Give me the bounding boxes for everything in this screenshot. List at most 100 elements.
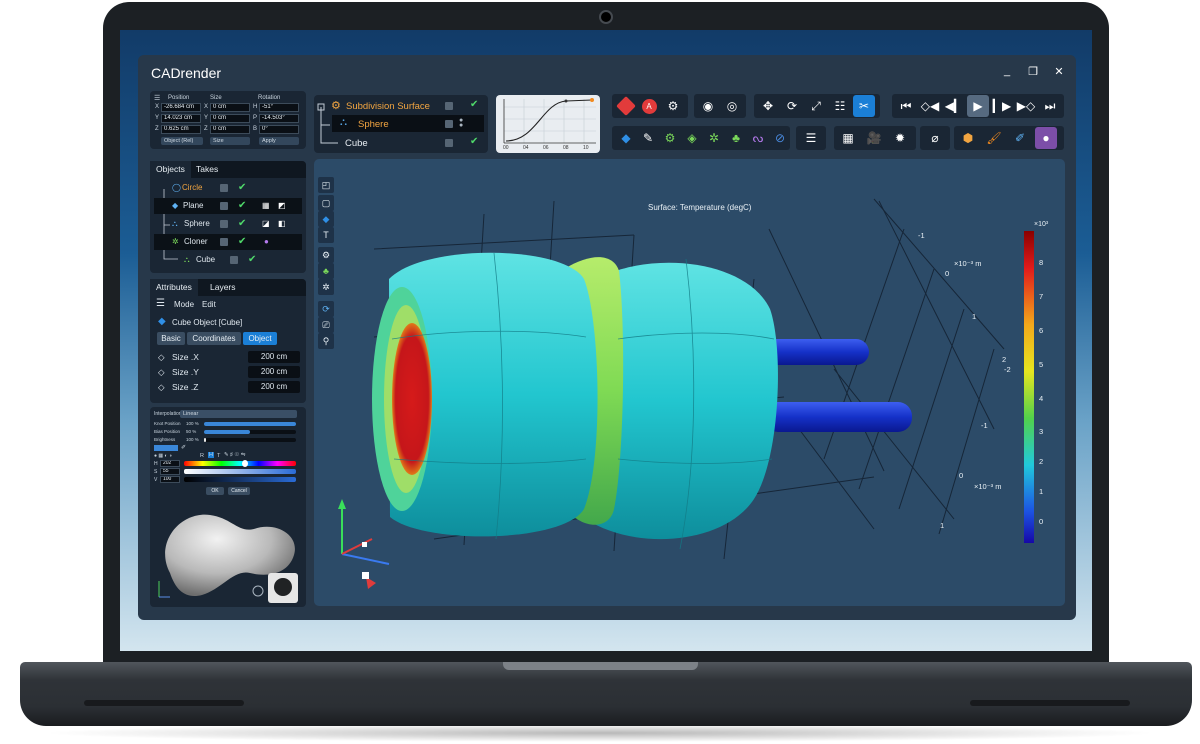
- position-z-field[interactable]: 0.625 cm: [161, 125, 201, 134]
- enabled-check-icon[interactable]: ✔: [238, 234, 246, 250]
- interpolation-dropdown[interactable]: Linear: [180, 410, 297, 418]
- close-button[interactable]: ✕: [1052, 65, 1066, 78]
- restore-button[interactable]: ❐: [1026, 65, 1040, 78]
- edit-menu[interactable]: Edit: [202, 300, 216, 309]
- motion-record-icon[interactable]: ◎: [721, 95, 743, 117]
- edit-visibility-icon[interactable]: [445, 139, 453, 147]
- enabled-check-icon[interactable]: ✔: [248, 252, 256, 268]
- previous-key-icon[interactable]: ◇◀: [919, 95, 941, 117]
- value-input[interactable]: 100: [160, 476, 180, 483]
- cloner-icon[interactable]: ✲: [703, 127, 725, 149]
- knot-position-slider[interactable]: [204, 422, 296, 426]
- subtab-object[interactable]: Object: [243, 332, 277, 345]
- hierarchy-item-cube[interactable]: Cube: [345, 138, 368, 149]
- blob-preview[interactable]: [150, 503, 306, 607]
- enabled-check-icon[interactable]: ✔: [238, 198, 246, 214]
- object-row-cloner[interactable]: ✲ Cloner ✔ ●: [154, 234, 302, 250]
- brightness-slider[interactable]: [204, 438, 296, 442]
- play-icon[interactable]: ▶: [967, 95, 989, 117]
- subdivision-icon[interactable]: ⚙: [659, 127, 681, 149]
- layer-dots-icon[interactable]: ● ●: [459, 117, 463, 129]
- saturation-slider[interactable]: [184, 469, 296, 474]
- eyedropper-icon[interactable]: ✐: [181, 444, 186, 451]
- mode-menu[interactable]: Mode: [174, 300, 194, 309]
- size-x-field[interactable]: 0 cm: [210, 103, 250, 112]
- keyframe-diamond-icon[interactable]: ◇: [158, 381, 165, 394]
- hue-input[interactable]: 202: [160, 460, 180, 467]
- hierarchy-item-sphere[interactable]: Sphere: [358, 119, 389, 130]
- coordinate-mode-dropdown[interactable]: Object (Rel): [161, 137, 203, 145]
- enabled-check-icon[interactable]: ✔: [238, 216, 246, 232]
- deformer-icon[interactable]: ᔓ: [747, 127, 769, 149]
- size-z-input[interactable]: 200 cm: [248, 381, 300, 393]
- attributes-menu-icon[interactable]: ☰: [156, 298, 165, 309]
- hue-slider-thumb[interactable]: [242, 460, 248, 467]
- tag-grid-icon[interactable]: ▦: [262, 198, 270, 214]
- step-back-icon[interactable]: ◀▎: [943, 95, 965, 117]
- material-box-icon[interactable]: ⬢: [957, 127, 979, 149]
- mode-r[interactable]: R: [200, 453, 204, 459]
- color-mode-icons[interactable]: ● ▦ ◐ ◑: [154, 453, 172, 459]
- tab-layers[interactable]: Layers: [204, 279, 242, 296]
- rotation-h-field[interactable]: -51°: [259, 103, 299, 112]
- paint-brush-icon[interactable]: 🖌: [983, 127, 1005, 149]
- saturation-input[interactable]: 55: [160, 468, 180, 475]
- cancel-button[interactable]: Cancel: [228, 487, 250, 495]
- atom-array-icon[interactable]: ♣: [725, 127, 747, 149]
- eyedropper-icon[interactable]: ✐: [1009, 127, 1031, 149]
- tag-purple-icon[interactable]: ●: [264, 234, 269, 250]
- apply-button[interactable]: Apply: [259, 137, 299, 145]
- cube-object-icon[interactable]: ◆: [615, 127, 637, 149]
- mixer-icon[interactable]: ☰: [800, 127, 822, 149]
- extrude-icon[interactable]: ◈: [681, 127, 703, 149]
- subtab-coordinates[interactable]: Coordinates: [187, 332, 241, 345]
- step-forward-icon[interactable]: ▎▶: [991, 95, 1013, 117]
- enabled-check-icon[interactable]: ✔: [238, 180, 246, 196]
- bias-position-slider[interactable]: [204, 430, 296, 434]
- edit-visibility-icon[interactable]: [220, 202, 228, 210]
- move-icon[interactable]: ✥: [757, 95, 779, 117]
- size-z-field[interactable]: 0 cm: [210, 125, 250, 134]
- sphere-material-icon[interactable]: ●: [1035, 127, 1057, 149]
- rotate-icon[interactable]: ⟳: [781, 95, 803, 117]
- minimize-button[interactable]: _: [1000, 65, 1014, 77]
- edit-visibility-icon[interactable]: [230, 256, 238, 264]
- object-row-circle[interactable]: ◯ Circle ✔: [154, 180, 302, 196]
- light-icon[interactable]: ✹: [889, 127, 911, 149]
- position-x-field[interactable]: -26.684 cm: [161, 103, 201, 112]
- grid-icon[interactable]: ▦: [837, 127, 859, 149]
- pen-spline-icon[interactable]: ✎: [637, 127, 659, 149]
- keyframe-settings-icon[interactable]: ⚙: [662, 95, 684, 117]
- record-keyframe-icon[interactable]: [615, 95, 637, 117]
- tag-document-icon[interactable]: ◪: [262, 216, 270, 232]
- enabled-check-icon[interactable]: ✔: [470, 99, 478, 110]
- mouse-icon[interactable]: ◉: [697, 95, 719, 117]
- tab-attributes[interactable]: Attributes: [150, 279, 198, 296]
- object-row-sphere[interactable]: ⛬ Sphere ✔ ◪ ◧: [154, 216, 302, 232]
- toggle-icon[interactable]: ☷: [829, 95, 851, 117]
- edit-visibility-icon[interactable]: [220, 184, 228, 192]
- mode-t[interactable]: T: [217, 453, 220, 459]
- tools-icon[interactable]: ✂: [853, 95, 875, 117]
- mode-h[interactable]: H: [208, 452, 214, 458]
- keyframe-diamond-icon[interactable]: ◇: [158, 366, 165, 379]
- viewport[interactable]: ◰ ▢ ◆ T ⚙ ♣ ✲ ⟳ ⎚ ⚲ Surface: Temperature…: [314, 159, 1065, 606]
- autokey-icon[interactable]: A: [638, 95, 660, 117]
- hierarchy-item-subdivision-surface[interactable]: Subdivision Surface: [346, 101, 430, 112]
- tag-checker-icon[interactable]: ◩: [278, 198, 286, 214]
- field-icon[interactable]: ⊘: [769, 127, 791, 149]
- size-mode-dropdown[interactable]: Size: [210, 137, 250, 145]
- object-row-cube[interactable]: ⛬ Cube ✔: [154, 252, 302, 268]
- edit-visibility-icon[interactable]: [220, 220, 228, 228]
- subtab-basic[interactable]: Basic: [157, 332, 185, 345]
- value-slider[interactable]: [184, 477, 296, 482]
- curve-graph-panel[interactable]: 00 04 06 08 10: [496, 95, 600, 153]
- edit-visibility-icon[interactable]: [445, 102, 453, 110]
- keyframe-diamond-icon[interactable]: ◇: [158, 351, 165, 364]
- next-key-icon[interactable]: ▶◇: [1015, 95, 1037, 117]
- scale-icon[interactable]: ⤢: [805, 95, 827, 117]
- go-to-end-icon[interactable]: ⏭: [1039, 95, 1061, 117]
- camera-icon[interactable]: 🎥: [863, 127, 885, 149]
- ok-button[interactable]: OK: [206, 487, 224, 495]
- size-y-input[interactable]: 200 cm: [248, 366, 300, 378]
